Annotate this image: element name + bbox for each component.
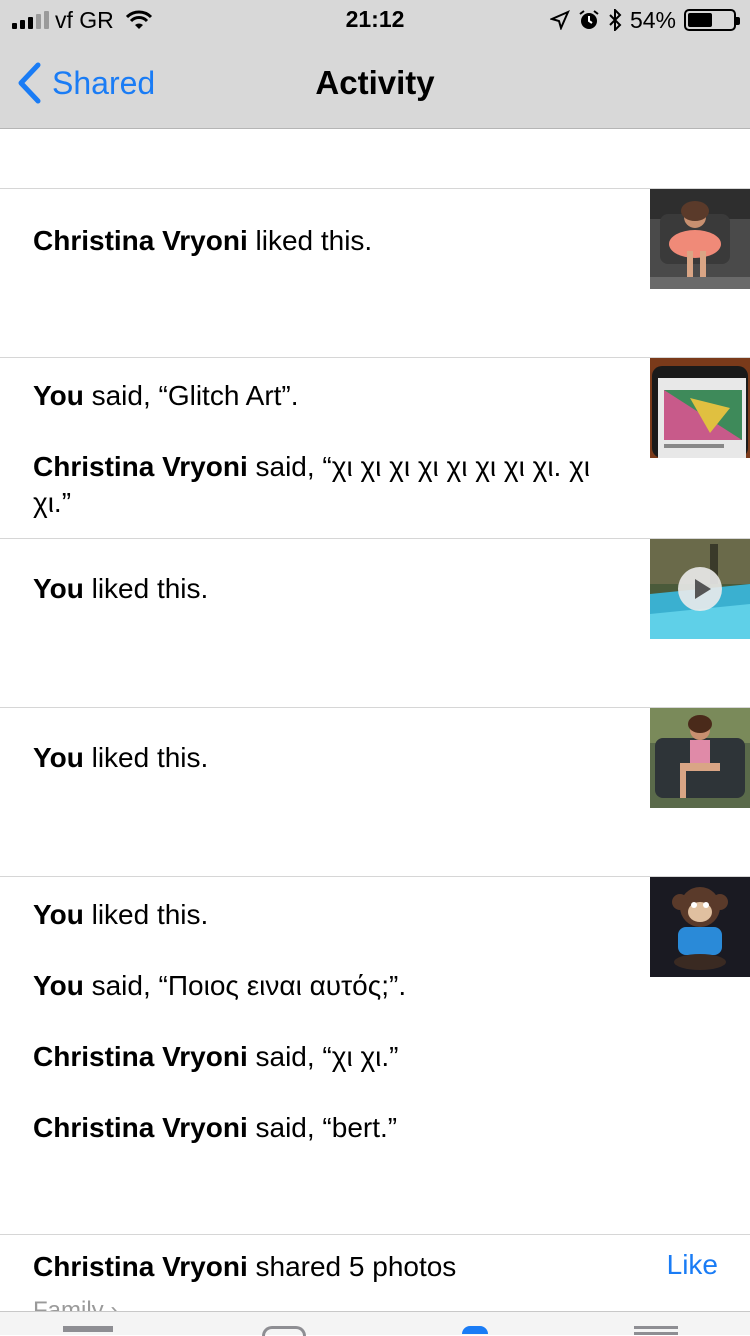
activity-line: Christina Vryoni shared 5 photos: [33, 1249, 613, 1285]
alarm-icon: [579, 10, 599, 29]
activity-line: Christina Vryoni said, “bert.”: [33, 1110, 613, 1146]
page-title: Activity: [315, 64, 435, 101]
shared-photos-item[interactable]: Christina Vryoni shared 5 photos Like Fa…: [0, 1234, 750, 1324]
activity-line: Christina Vryoni liked this.: [33, 223, 613, 259]
activity-text: liked this.: [83, 573, 209, 604]
actor-name: You: [33, 742, 84, 773]
shared-tab-icon[interactable]: [462, 1326, 488, 1334]
actor-name: Christina Vryoni: [33, 1041, 248, 1072]
like-button[interactable]: Like: [667, 1249, 718, 1281]
photo-thumbnail[interactable]: [650, 877, 750, 977]
activity-line: You liked this.: [33, 740, 613, 776]
activity-item[interactable]: You liked this. You said, “Ποιος ειναι α…: [0, 876, 750, 1234]
activity-text: liked this.: [83, 899, 209, 930]
activity-line: You liked this.: [33, 571, 613, 607]
activity-line: Christina Vryoni said, “χι χι.”: [33, 1039, 613, 1075]
location-icon: [549, 10, 570, 30]
activity-text: said, “Glitch Art”.: [83, 380, 299, 411]
status-right: 54%: [549, 6, 740, 34]
navigation-bar: Shared Activity: [0, 40, 750, 129]
activity-line: You said, “Ποιος ειναι αυτός;”.: [33, 968, 613, 1004]
actor-name: You: [33, 380, 84, 411]
activity-text: said, “bert.”: [247, 1112, 398, 1143]
tab-bar: [0, 1311, 750, 1336]
activity-text: said, “χι χι.”: [247, 1041, 399, 1072]
battery-fill: [688, 13, 712, 27]
battery-icon: [684, 9, 740, 31]
activity-item[interactable]: You liked this.: [0, 538, 750, 707]
play-icon: [678, 567, 722, 611]
activity-text: liked this.: [247, 225, 373, 256]
activity-item[interactable]: Christina Vryoni liked this.: [0, 188, 750, 357]
activity-line: You said, “Glitch Art”.: [33, 378, 613, 414]
albums-tab-icon[interactable]: [634, 1326, 678, 1329]
photo-thumbnail[interactable]: [650, 189, 750, 289]
actor-name: You: [33, 899, 84, 930]
actor-name: Christina Vryoni: [33, 451, 248, 482]
activity-line: Christina Vryoni said, “χι χι χι χι χι χ…: [33, 449, 613, 521]
activity-item[interactable]: You liked this.: [0, 707, 750, 876]
activity-text: liked this.: [83, 742, 209, 773]
actor-name: Christina Vryoni: [33, 1251, 248, 1282]
actor-name: Christina Vryoni: [33, 225, 248, 256]
actor-name: You: [33, 573, 84, 604]
photos-tab-icon[interactable]: [63, 1326, 113, 1332]
activity-text: said, “Ποιος ειναι αυτός;”.: [83, 970, 407, 1001]
status-bar: vf GR 21:12 54%: [0, 0, 750, 40]
battery-percent: 54%: [629, 6, 676, 33]
activity-text: shared 5 photos: [247, 1251, 457, 1282]
bluetooth-icon: [609, 9, 622, 31]
photo-thumbnail[interactable]: [650, 708, 750, 808]
for-you-tab-icon[interactable]: [262, 1326, 306, 1336]
actor-name: You: [33, 970, 84, 1001]
photo-thumbnail[interactable]: [650, 358, 750, 458]
actor-name: Christina Vryoni: [33, 1112, 248, 1143]
activity-line: You liked this.: [33, 897, 613, 933]
activity-item[interactable]: You said, “Glitch Art”. Christina Vryoni…: [0, 357, 750, 538]
video-thumbnail[interactable]: [650, 539, 750, 639]
